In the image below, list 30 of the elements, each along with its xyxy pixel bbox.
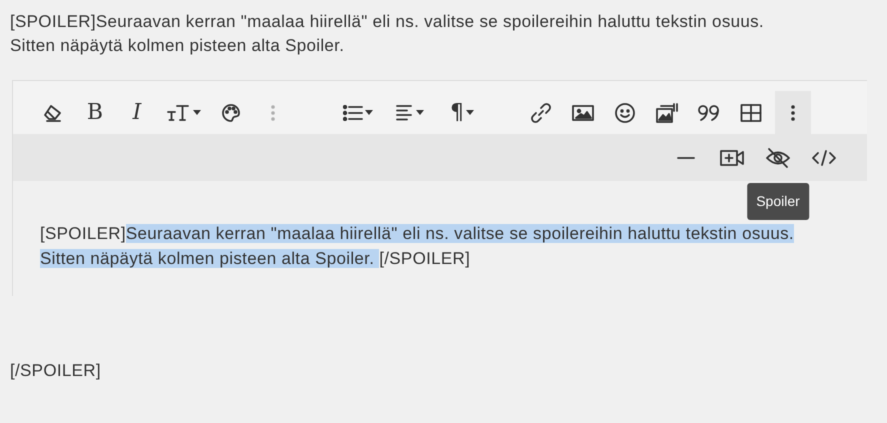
editor-text-line: [SPOILER]Seuraavan kerran "maalaa hiirellä" eli ns. valitse se spoilereihin haluttu tekstin osuus. [40,223,794,245]
align-icon [396,104,414,122]
gallery-icon [655,102,679,124]
more-icon [791,104,795,122]
image-icon [572,104,594,122]
smiley-icon [614,102,636,124]
quote-icon [697,104,721,122]
caret-icon [416,110,424,115]
tooltip: Spoiler [747,182,809,220]
caret-icon [365,110,373,115]
more-icon [271,104,275,122]
caret-icon [193,110,201,115]
palette-icon [221,102,241,122]
eye-slash-icon [765,146,791,168]
text-size-icon [167,104,191,122]
minus-icon [677,156,695,160]
intro-text-line: [SPOILER]Seuraavan kerran "maalaa hiirellä" eli ns. valitse se spoilereihin haluttu tekstin osuus. [10,11,764,33]
toolbar-button[interactable]: ¶ [439,91,485,134]
toolbar-button[interactable]: B [77,91,113,134]
video-plus-icon [719,148,745,168]
eraser-icon [43,104,63,122]
closing-tag-text: [/SPOILER] [10,360,101,382]
editor-text-line: Sitten näpäytä kolmen pisteen alta Spoiler. [/SPOILER] [40,248,470,270]
caret-icon [466,110,474,115]
toolbar-button[interactable]: I [119,91,155,134]
link-icon [530,102,552,124]
table-icon [740,102,762,122]
code-icon [811,148,837,166]
list-icon [343,104,363,120]
intro-text-line: Sitten näpäytä kolmen pisteen alta Spoiler. [10,35,344,57]
